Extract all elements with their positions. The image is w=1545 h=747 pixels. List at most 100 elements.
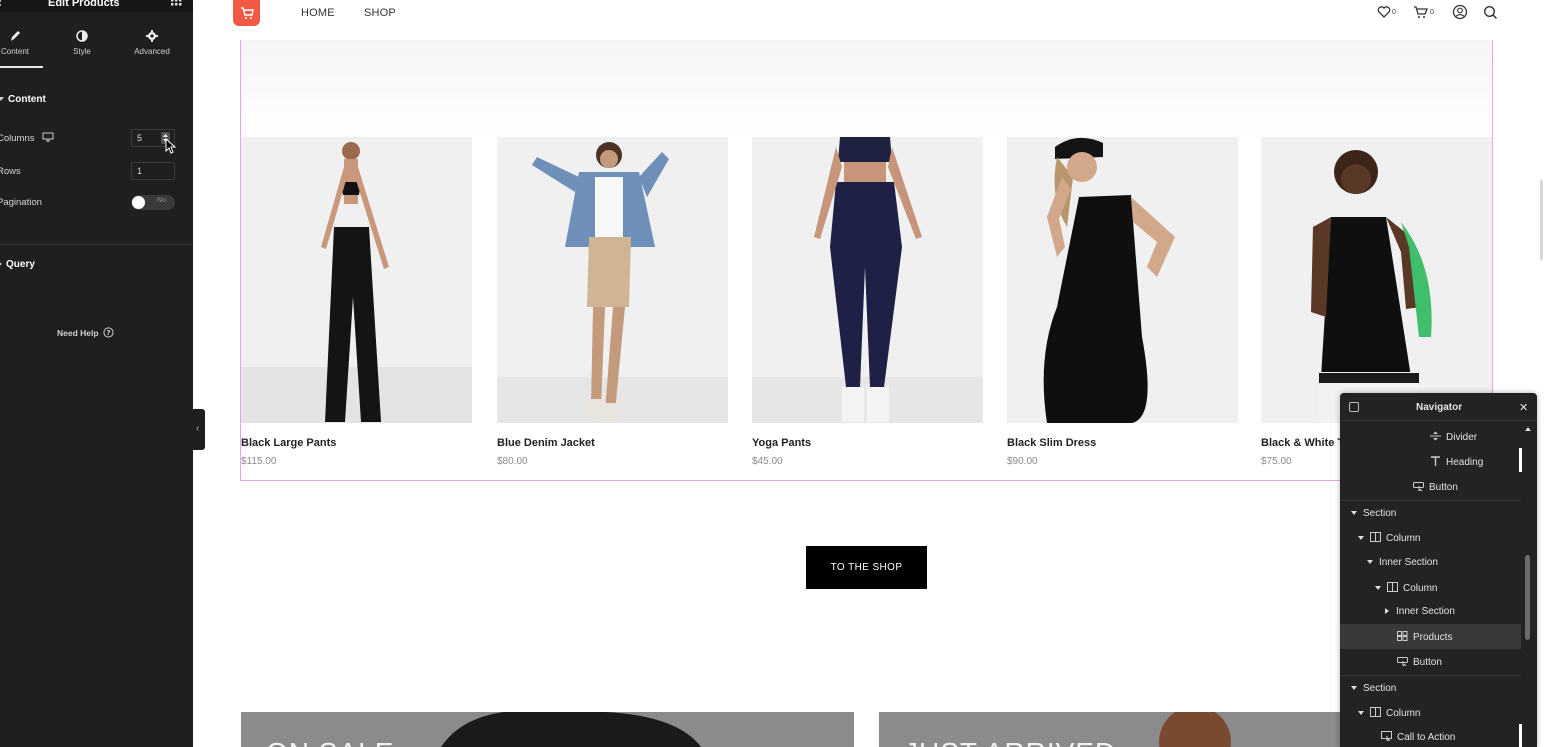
tab-style-label: Style <box>73 47 91 56</box>
navigator-row-divider[interactable]: Divider <box>1340 424 1521 449</box>
caret-down-icon <box>1367 560 1373 564</box>
caret-down-icon <box>1375 586 1381 590</box>
wishlist-count: 0 <box>1392 9 1396 16</box>
need-help-link[interactable]: Need Help ? <box>57 327 114 338</box>
navigator-row-label: Heading <box>1446 457 1484 468</box>
site-logo[interactable] <box>233 0 260 26</box>
navigator-row-label: Column <box>1403 583 1438 594</box>
caret-down-icon <box>0 97 4 102</box>
svg-text:?: ? <box>106 329 110 337</box>
content-section-toggle[interactable]: Content <box>0 94 46 105</box>
columns-value: 5 <box>137 133 143 143</box>
close-icon[interactable]: ✕ <box>1519 401 1528 414</box>
navigator-row-label: Inner Section <box>1396 606 1455 617</box>
nav-shop[interactable]: SHOP <box>364 7 396 19</box>
scroll-up-icon[interactable] <box>1524 426 1532 432</box>
navigator-row-heading[interactable]: Heading <box>1340 449 1521 474</box>
on-sale-banner[interactable]: ON SALE <box>241 712 854 747</box>
navigator-row-section[interactable]: Section <box>1340 500 1521 525</box>
button-icon <box>1413 482 1424 491</box>
navigator-row-inner-section[interactable]: Inner Section <box>1340 550 1521 575</box>
divider-icon <box>1430 431 1441 441</box>
collapse-all-icon[interactable] <box>1349 402 1359 412</box>
button-icon <box>1397 657 1408 666</box>
heart-icon[interactable] <box>1377 5 1391 19</box>
products-widget-outline <box>240 40 1493 481</box>
search-icon[interactable] <box>1483 5 1498 20</box>
need-help-text: Need Help <box>57 328 99 338</box>
navigator-row-button[interactable]: Button <box>1340 474 1521 499</box>
desktop-icon[interactable] <box>42 132 54 142</box>
caret-right-icon <box>1385 608 1389 614</box>
question-circle-icon: ? <box>103 327 114 338</box>
to-the-shop-button[interactable]: TO THE SHOP <box>806 546 927 589</box>
tab-advanced-label: Advanced <box>134 47 170 56</box>
navigator-row-label: Column <box>1386 708 1421 719</box>
navigator-title: Navigator <box>1416 402 1463 413</box>
query-section-toggle[interactable]: Query <box>0 259 35 270</box>
mouse-cursor-icon <box>165 138 177 154</box>
panel-divider <box>0 244 193 245</box>
panel-collapse-button[interactable]: ‹ <box>193 409 205 450</box>
rows-label: Rows <box>0 166 21 177</box>
navigator-drop-indicator <box>1519 724 1522 747</box>
navigator-row-column[interactable]: Column <box>1340 575 1521 600</box>
navigator-panel: Navigator ✕ Divider Heading Button Secti… <box>1340 393 1537 747</box>
just-arrived-banner[interactable]: JUST ARRIVED <box>879 712 1340 747</box>
navigator-drop-indicator <box>1519 448 1522 472</box>
columns-label-text: Columns <box>0 133 35 144</box>
tab-style[interactable]: Style <box>54 28 110 68</box>
pencil-icon <box>11 31 20 41</box>
contrast-icon <box>76 30 88 42</box>
heading-icon <box>1431 456 1440 466</box>
grid-icon <box>1397 631 1408 641</box>
chevron-left-icon: ‹ <box>196 423 200 434</box>
toggle-knob <box>132 196 145 209</box>
pagination-label: Pagination <box>0 197 42 208</box>
just-arrived-title: JUST ARRIVED <box>904 737 1116 747</box>
menu-icon[interactable] <box>0 0 4 10</box>
navigator-row-call-to-action[interactable]: Call to Action <box>1340 724 1521 747</box>
rows-value: 1 <box>137 166 143 176</box>
caret-right-icon <box>0 261 2 268</box>
editor-panel: Edit Products Content Style Advanced Con… <box>0 0 193 747</box>
nav-home[interactable]: HOME <box>301 7 335 19</box>
column-icon <box>1370 707 1381 717</box>
column-icon <box>1370 532 1381 542</box>
navigator-scrollbar[interactable] <box>1524 425 1532 747</box>
cart-icon[interactable] <box>1413 5 1429 19</box>
rows-input[interactable]: 1 <box>131 162 175 180</box>
navigator-row-label: Call to Action <box>1397 732 1456 743</box>
on-sale-title: ON SALE <box>266 737 394 747</box>
tab-advanced[interactable]: Advanced <box>124 28 180 68</box>
tab-content-label: Content <box>0 47 30 56</box>
caret-down-icon <box>1358 711 1364 715</box>
navigator-row-label: Divider <box>1446 432 1478 443</box>
navigator-header[interactable]: Navigator ✕ <box>1340 393 1537 421</box>
panel-title: Edit Products <box>48 0 120 9</box>
navigator-row-inner-section[interactable]: Inner Section <box>1340 599 1521 624</box>
site-header: HOME SHOP 0 0 <box>205 0 1545 38</box>
navigator-scroll-thumb[interactable] <box>1525 555 1530 640</box>
apps-grid-icon[interactable] <box>170 0 182 10</box>
navigator-row-label: Products <box>1413 632 1453 643</box>
navigator-row-column[interactable]: Column <box>1340 700 1521 725</box>
user-icon[interactable] <box>1452 4 1468 20</box>
navigator-row-label: Column <box>1386 533 1421 544</box>
tab-content[interactable]: Content <box>0 28 43 68</box>
navigator-row-products[interactable]: Products <box>1340 624 1521 649</box>
navigator-row-section[interactable]: Section <box>1340 675 1521 700</box>
page-scrollbar[interactable] <box>1540 180 1543 260</box>
navigator-row-label: Section <box>1363 508 1397 519</box>
pagination-toggle-text: No <box>157 197 166 204</box>
cta-icon <box>1381 731 1392 741</box>
navigator-row-label: Button <box>1413 657 1442 668</box>
column-icon <box>1387 582 1398 592</box>
caret-down-icon <box>1351 511 1357 515</box>
navigator-row-column[interactable]: Column <box>1340 525 1521 550</box>
navigator-row-button[interactable]: Button <box>1340 649 1521 674</box>
navigator-row-label: Button <box>1429 482 1458 493</box>
pagination-toggle[interactable]: No <box>131 195 175 210</box>
gear-icon <box>146 30 158 42</box>
content-section-title: Content <box>8 94 46 105</box>
